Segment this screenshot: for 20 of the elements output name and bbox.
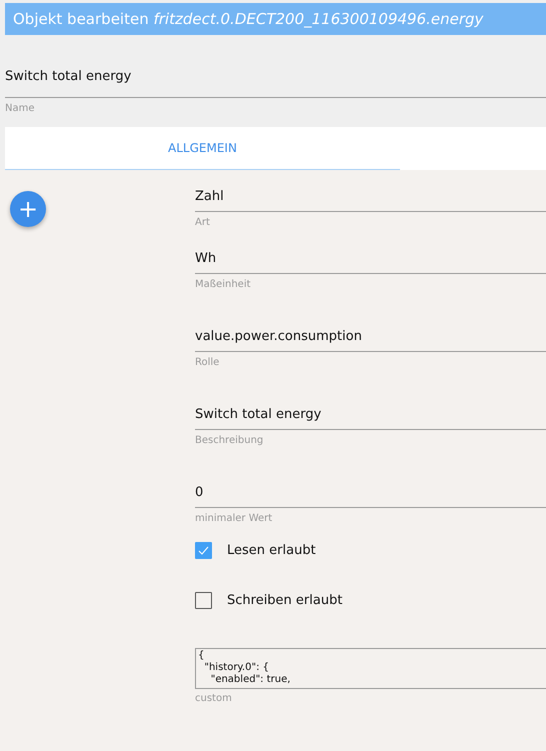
checkbox[interactable] [195,542,212,558]
field-label: Beschreibung [195,435,264,446]
text-field[interactable]: value.power.consumption [195,329,546,352]
field-label: Rolle [195,357,220,368]
text-field[interactable]: Zahl [195,189,546,212]
window-title: Objekt bearbeiten fritzdect.0.DECT200_116300109496.energy [5,3,546,35]
text-field[interactable]: Wh [195,251,546,274]
text-field[interactable]: Switch total energy [195,407,546,430]
checkbox-label: Lesen erlaubt [227,542,316,558]
field-label: Art [195,217,211,228]
name-field[interactable]: Switch total energy [5,69,546,98]
json-editor[interactable]: { "history.0": { "enabled": true, [195,648,546,689]
checkbox-label: Schreiben erlaubt [227,592,342,608]
field-label: custom [195,693,233,704]
text-field[interactable]: 0 [195,485,546,508]
checkbox[interactable] [195,592,212,608]
field-label: minimaler Wert [195,513,274,524]
field-label: Name [5,103,36,114]
field-label: Maßeinheit [195,279,252,290]
check-icon [198,546,209,554]
